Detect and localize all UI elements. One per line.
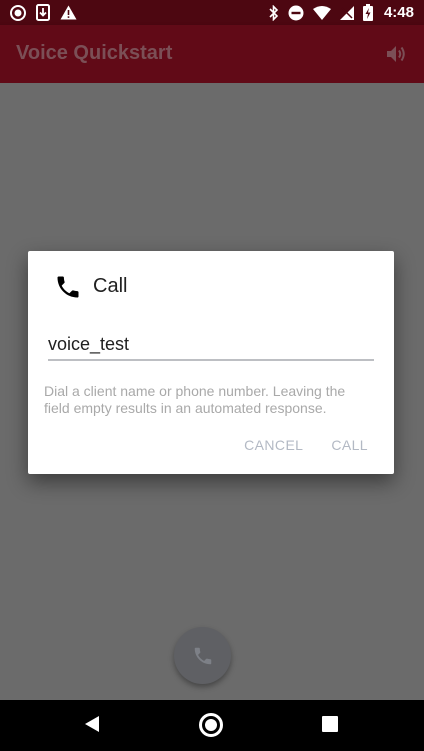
- record-icon: [10, 4, 26, 21]
- dialog-hint-text: Dial a client name or phone number. Leav…: [44, 383, 346, 416]
- speaker-icon[interactable]: [384, 42, 408, 66]
- app-title: Voice Quickstart: [16, 42, 173, 64]
- back-icon[interactable]: [84, 715, 100, 733]
- phone-icon: [57, 276, 79, 298]
- battery-charging-icon: [362, 4, 373, 21]
- client-name-input[interactable]: [48, 331, 374, 361]
- home-icon-dot: [205, 719, 217, 731]
- dialog-title: Call: [93, 275, 128, 297]
- dialog-actions: CANCEL CALL: [244, 437, 368, 453]
- status-bar: 4:48: [0, 0, 424, 25]
- no-sim-icon: [339, 5, 354, 20]
- navigation-bar: [0, 700, 424, 751]
- recents-icon[interactable]: [322, 716, 338, 732]
- dnd-icon: [288, 5, 304, 20]
- call-dialog: Call Dial a client name or phone number.…: [28, 251, 394, 474]
- cancel-button[interactable]: CANCEL: [244, 437, 303, 453]
- download-icon: [36, 4, 50, 21]
- home-icon[interactable]: [199, 713, 223, 737]
- status-right-icons: 4:48: [269, 3, 414, 22]
- status-left-icons: [10, 3, 77, 22]
- warning-icon: [60, 5, 77, 20]
- call-button[interactable]: CALL: [331, 437, 368, 453]
- screen: 4:48 Voice Quickstart Call voice_test Di…: [0, 0, 424, 751]
- bluetooth-icon: [269, 4, 279, 21]
- phone-icon: [194, 647, 211, 664]
- call-fab[interactable]: [174, 627, 231, 684]
- wifi-icon: [312, 5, 331, 20]
- status-time: 4:48: [383, 4, 414, 21]
- app-bar: Voice Quickstart: [0, 25, 424, 83]
